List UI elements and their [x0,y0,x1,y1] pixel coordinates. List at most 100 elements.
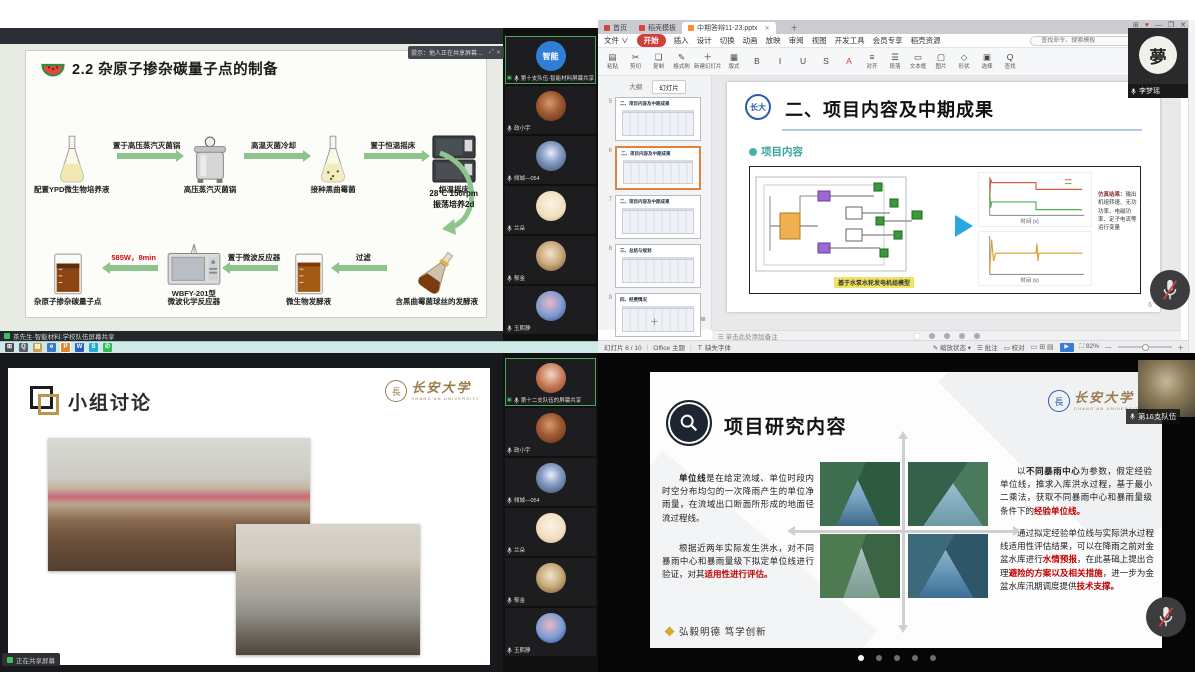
menu-item[interactable]: 开始 [637,34,666,47]
muted-mic-button[interactable] [1146,597,1186,637]
zoom-out-button[interactable]: — [1105,344,1112,351]
pagination-dot[interactable] [876,655,882,661]
avatar [536,513,566,543]
toolbar-button[interactable]: ✂剪切 [625,50,646,74]
view-mode-icons[interactable]: ▭ ⊞ ▤ [1031,343,1054,351]
flask-spores: 接种黑曲霉菌 [311,134,356,195]
video-overlay-limengyao[interactable]: 夢 李梦瑶 [1128,28,1188,98]
toolbar-button[interactable]: ☰段落 [885,50,906,74]
participant-tile[interactable]: ▣ 郁金 [505,558,596,606]
search-input[interactable] [1030,36,1142,46]
menu-item[interactable]: 放映 [766,35,781,46]
toolbar-button[interactable]: S [816,50,837,74]
participant-tile[interactable]: ▣ 郁金 [505,236,596,284]
document-tab[interactable]: 中期答辩11-23.pptx [682,22,776,34]
pagination-dot[interactable] [858,655,864,661]
menu-item[interactable]: 审阅 [789,35,804,46]
document-tab[interactable]: ＋ [776,22,804,34]
taskbar-app-icon[interactable]: Q [19,343,28,352]
taskbar-app-icon[interactable]: ▤ [33,343,42,352]
document-tab[interactable]: 首页 [598,22,633,34]
taskbar-app-icon[interactable]: W [75,343,84,352]
indicator-dot[interactable] [974,333,980,339]
toolbar-button[interactable]: Q查找 [1000,50,1021,74]
svg-text:时间 (s): 时间 (s) [1021,276,1039,284]
zoom-percent[interactable]: ⛶ 82% [1080,343,1099,351]
zoom-slider[interactable] [1118,346,1172,348]
participant-nameband: ▣ 倾城—054 [507,174,540,182]
participant-tile[interactable]: ▣ 政小宇 [505,408,596,456]
toolbar-button[interactable]: A [839,50,860,74]
slide-thumbnail[interactable]: 二、项目内容及中期成果 [615,195,701,239]
participant-tile[interactable]: ▣ 玉熙静 [505,608,596,656]
notes-bar[interactable]: ☰ 单击此处添加备注 [712,330,1181,340]
indicator-dot[interactable] [944,333,950,339]
participant-tile[interactable]: ▣ 倾城—054 [505,458,596,506]
toolbar-button[interactable]: ▢图片 [931,50,952,74]
taskbar-app-icon[interactable]: S [89,343,98,352]
participant-tile[interactable]: ▣ 兰朵 [505,186,596,234]
slideshow-button[interactable]: ▶ [1060,343,1074,352]
theme-label[interactable]: Office 主题 [653,342,685,352]
toolbar-button[interactable]: ▣选择 [977,50,998,74]
toolbar-button[interactable]: I [770,50,791,74]
document-tab[interactable]: 稻壳模板 [633,22,682,34]
slide-thumbnail[interactable]: 二、项目内容及中期成果 [615,146,701,190]
pagination-dot[interactable] [894,655,900,661]
participant-tile[interactable]: ▣ 兰朵 [505,508,596,556]
toolbar-button[interactable]: ◇形状 [954,50,975,74]
menu-item[interactable]: 会员专享 [873,35,903,46]
add-slide-button[interactable]: ＋ [650,315,659,328]
menu-item[interactable]: 切换 [720,35,735,46]
zoom-in-button[interactable]: ＋ [1178,342,1185,352]
comments-toggle[interactable]: ☰ 批注 [977,342,998,352]
pagination-dot[interactable] [930,655,936,661]
toolbar-button[interactable]: ▤粘贴 [602,50,623,74]
pagination-dot[interactable] [912,655,918,661]
participant-tile[interactable]: ▣ 玉熙静 [505,286,596,334]
participant-tile[interactable]: ▣ 政小宇 [505,86,596,134]
indicator-dot[interactable] [914,333,920,339]
toolbar-button[interactable]: ▦版式 [724,50,745,74]
menu-item[interactable]: 视图 [812,35,827,46]
taskbar-app-icon[interactable]: P [61,343,70,352]
toolbar-button[interactable]: ✎格式刷 [671,50,692,74]
menu-item[interactable]: 动画 [743,35,758,46]
menu-item[interactable]: 稻壳资源 [911,35,941,46]
participant-tile[interactable]: ▣ 倾城—054 [505,136,596,184]
panel-tab[interactable]: 幻灯片 [652,80,686,94]
participant-sidebar-bottom: ▣ 第十二支队伍的屏幕共享 ▣ [503,353,598,672]
taskbar-app-icon[interactable]: ⊞ [5,343,14,352]
missing-font-label[interactable]: Ｔ 缺失字体 [697,342,731,352]
menu-item[interactable]: 设计 [697,35,712,46]
toolbar-button[interactable]: ＋新建幻灯片 [694,50,722,74]
menu-item[interactable]: 插入 [674,35,689,46]
taskbar-app-icon[interactable]: ✆ [103,343,112,352]
toolbar-button[interactable]: ▭文本框 [908,50,929,74]
proofing-toggle[interactable]: ▭ 校对 [1004,342,1025,352]
panel-tab[interactable]: 大纲 [623,80,648,94]
menu-item[interactable]: 开发工具 [835,35,865,46]
panel-menu-icon[interactable]: ≣ [700,315,706,323]
toolbar-button[interactable]: B [747,50,768,74]
toast-expand-icon[interactable]: ⤢ [489,49,494,56]
participant-tile[interactable]: ▣ 第十二支队伍的屏幕共享 [505,358,596,406]
indicator-dot[interactable] [929,333,935,339]
toolbar-button[interactable]: ❏复制 [648,50,669,74]
indicator-dot[interactable] [959,333,965,339]
slide-thumbnail[interactable]: 二、项目内容及中期成果 [615,97,701,141]
meeting-toast[interactable]: 提示：他人正在共享屏幕… ⤢ ✕ [408,46,504,59]
participant-tile[interactable]: 智能 ▣ 第十支队伍-智能材料屏幕共享 [505,36,596,84]
taskbar-app-icon[interactable]: e [47,343,56,352]
menu-item[interactable]: 文件 ∨ [604,35,629,46]
toolbar-button[interactable]: U [793,50,814,74]
slide-thumbnail[interactable]: 三、总结与规划 [615,244,701,288]
current-slide[interactable]: 长大 二、项目内容及中期成果 项目内容 [727,82,1160,312]
zoom-state[interactable]: ✎ 缩放状态 ▾ [933,342,971,352]
muted-mic-button[interactable] [1150,270,1190,310]
microwave-reactor: WBFY-201型微波化学反应器 [166,242,222,307]
scrollbar[interactable] [1188,20,1195,353]
share-status-tag[interactable]: 正在共享屏幕 [2,653,60,666]
toast-close-icon[interactable]: ✕ [496,49,501,56]
toolbar-button[interactable]: ≡对齐 [862,50,883,74]
